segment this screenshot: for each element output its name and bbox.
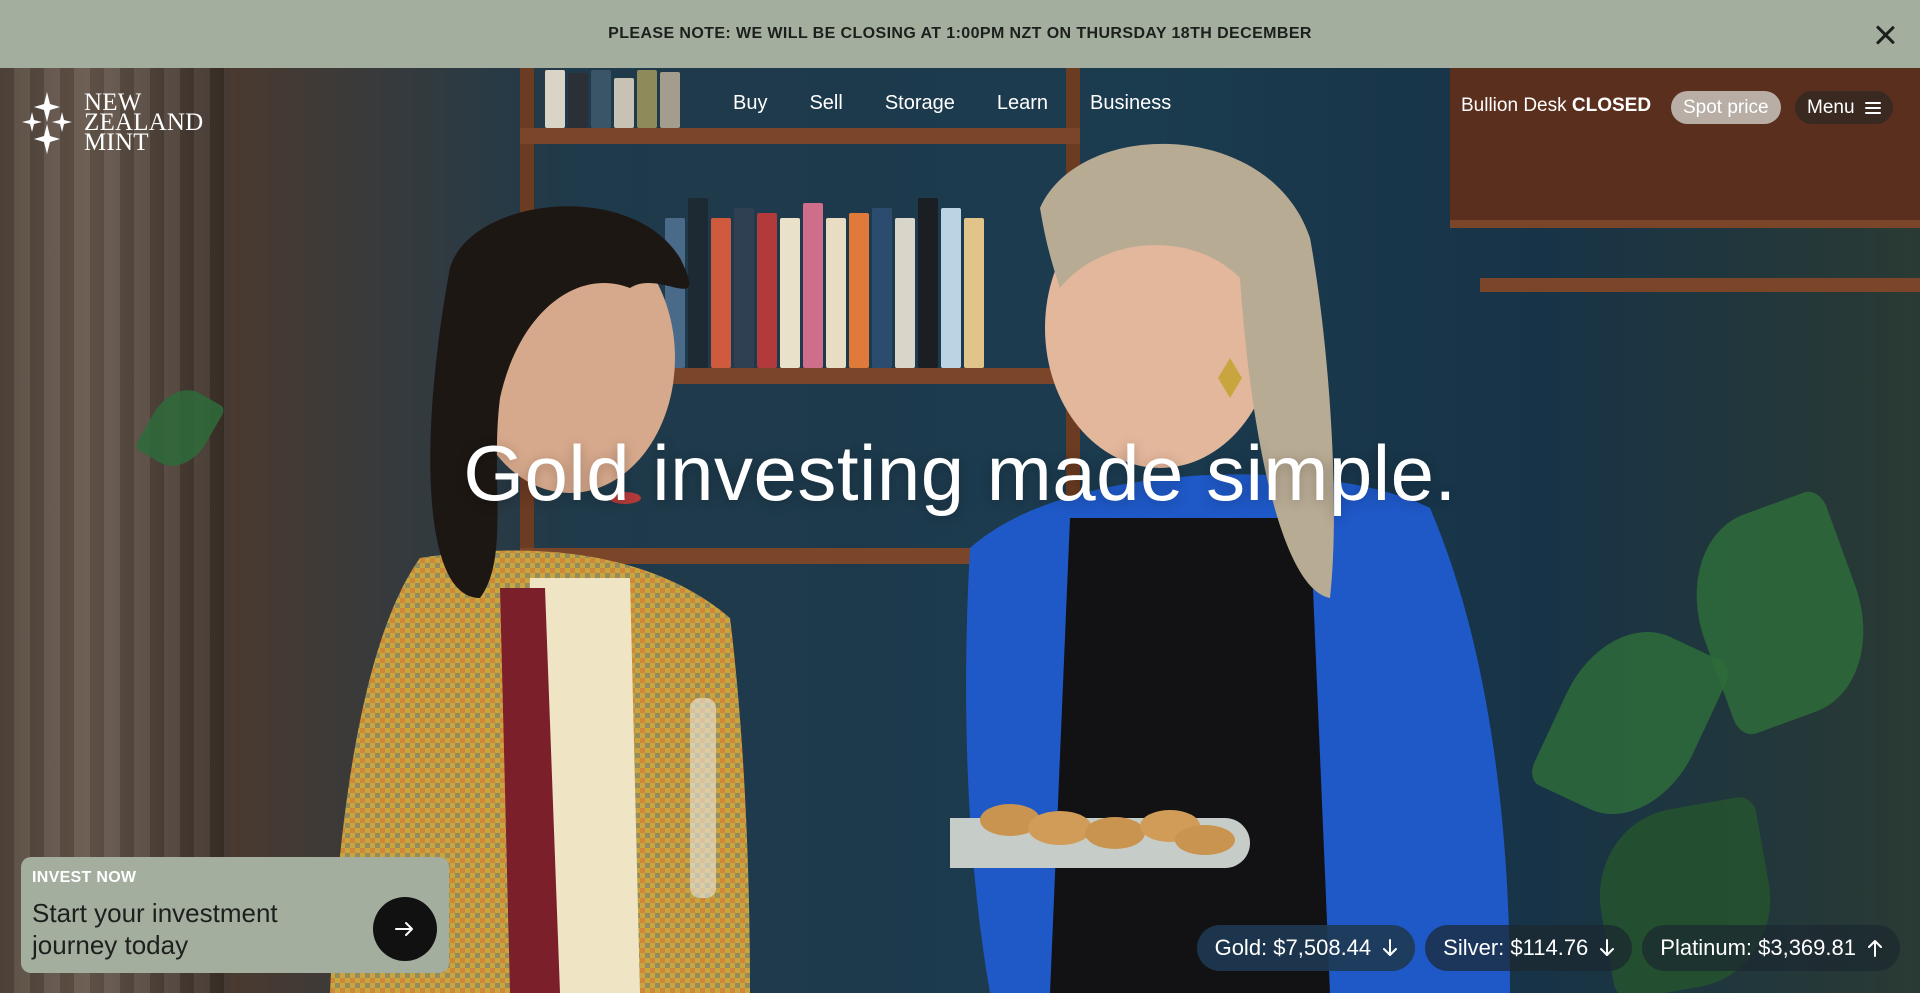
spot-price-button[interactable]: Spot price	[1671, 91, 1781, 124]
platinum-price: Platinum: $3,369.81	[1660, 935, 1856, 960]
hero-headline: Gold investing made simple.	[463, 429, 1457, 517]
nav-item-business[interactable]: Business	[1090, 92, 1171, 115]
hamburger-icon	[1864, 101, 1881, 114]
invest-arrow-button[interactable]	[373, 897, 437, 961]
curtain-decoration	[0, 68, 230, 993]
logo-line: MINT	[84, 129, 149, 156]
close-icon[interactable]	[1872, 22, 1898, 48]
nav-item-storage[interactable]: Storage	[885, 92, 955, 115]
silver-price-pill[interactable]: Silver: $114.76	[1425, 925, 1633, 971]
nav-item-learn[interactable]: Learn	[997, 92, 1048, 115]
menu-label: Menu	[1807, 96, 1855, 118]
desk-status-value: CLOSED	[1571, 95, 1652, 116]
desk-label: Bullion Desk	[1461, 95, 1567, 116]
arrow-right-icon	[395, 922, 413, 936]
silver-price: Silver: $114.76	[1443, 935, 1589, 960]
spot-prices: Gold: $7,508.44 Silver: $114.76 Platinum…	[1196, 925, 1900, 971]
platinum-price-pill[interactable]: Platinum: $3,369.81	[1642, 925, 1900, 971]
invest-kicker: INVEST NOW	[32, 869, 137, 886]
person-right-illustration	[950, 143, 1510, 993]
nav-item-buy[interactable]: Buy	[733, 92, 767, 115]
gold-price-pill[interactable]: Gold: $7,508.44	[1196, 925, 1416, 971]
gold-price: Gold: $7,508.44	[1214, 935, 1372, 960]
arrow-down-icon	[1383, 939, 1398, 956]
invest-now-card[interactable]: INVEST NOW Start your investment journey…	[21, 857, 449, 973]
arrow-down-icon	[1600, 939, 1615, 956]
logo-text: NEW ZEALAND MINT	[84, 90, 203, 156]
announcement-text: PLEASE NOTE: WE WILL BE CLOSING AT 1:00P…	[608, 25, 1312, 42]
bullion-desk-status: Bullion Desk CLOSED	[1461, 95, 1651, 117]
sparkle-stars-icon	[22, 92, 72, 154]
nav-item-sell[interactable]: Sell	[809, 92, 842, 115]
logo[interactable]: NEW ZEALAND MINT	[20, 90, 203, 156]
arrow-up-icon	[1868, 940, 1882, 957]
hero-scene	[0, 68, 1920, 993]
announcement-bar: PLEASE NOTE: WE WILL BE CLOSING AT 1:00P…	[0, 0, 1920, 68]
menu-button[interactable]: Menu	[1795, 91, 1893, 124]
invest-title: Start your investment journey today	[32, 898, 278, 960]
site-header: NEW ZEALAND MINT Buy Sell Storage Learn …	[0, 68, 1920, 155]
main-nav: Buy Sell Storage Learn Business	[733, 92, 1171, 115]
hero-image	[0, 68, 1920, 993]
